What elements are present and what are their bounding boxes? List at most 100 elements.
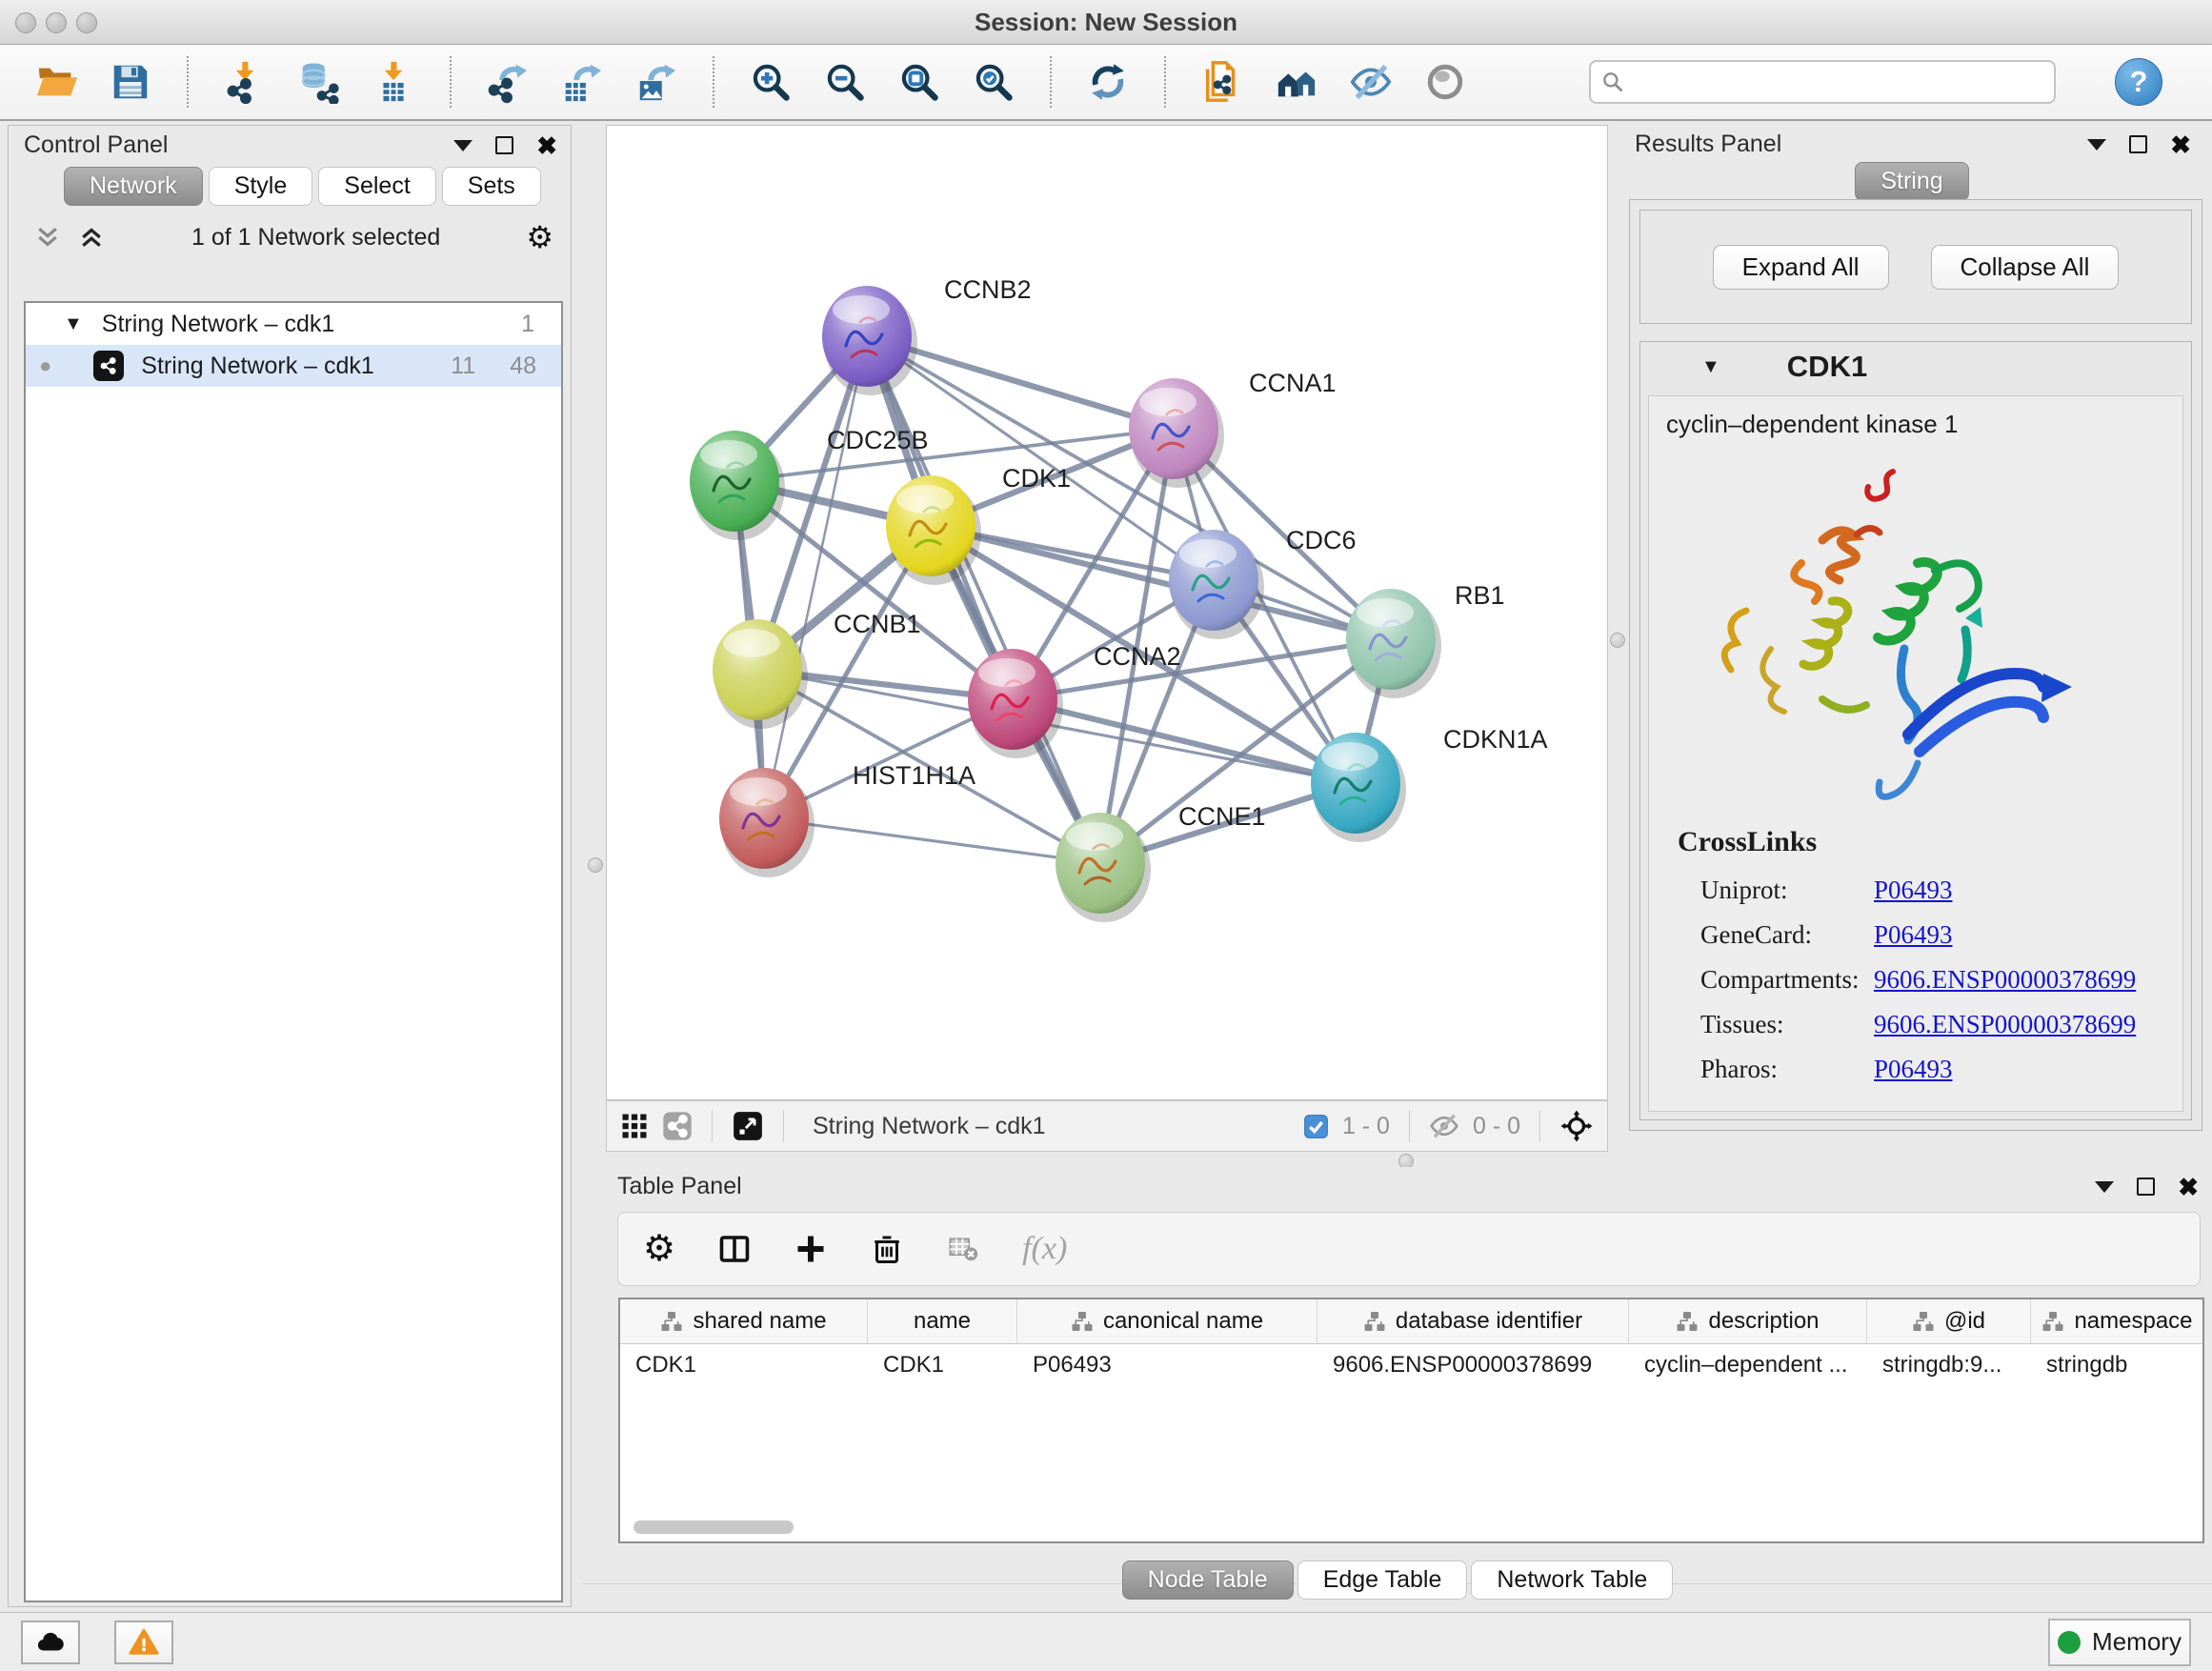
- table-options-gear-icon[interactable]: ⚙: [643, 1231, 675, 1267]
- network-graph[interactable]: CCNB2CCNA1CDC25BCDK1CDC6RB1CCNB1CCNA2CDK…: [607, 126, 1609, 1101]
- left-splitter-handle[interactable]: [588, 857, 603, 873]
- panel-menu-icon[interactable]: [2087, 139, 2106, 151]
- expand-all-icon[interactable]: [77, 223, 106, 252]
- search-input[interactable]: [1589, 60, 2056, 104]
- zoom-selected-button[interactable]: [970, 58, 1017, 106]
- export-table-button[interactable]: [558, 58, 606, 106]
- entry-expander-icon[interactable]: ▼: [1701, 356, 1720, 378]
- node-table: shared namenamecanonical namedatabase id…: [618, 1298, 2204, 1543]
- tab-edge-table[interactable]: Edge Table: [1297, 1560, 1468, 1600]
- birds-eye-view-icon[interactable]: [732, 1110, 764, 1142]
- crosslink-link[interactable]: 9606.ENSP00000378699: [1874, 965, 2136, 995]
- network-collection-row[interactable]: ▼ String Network – cdk1 1: [26, 303, 561, 345]
- crosslink-link[interactable]: P06493: [1874, 876, 1953, 905]
- network-view-canvas[interactable]: CCNB2CCNA1CDC25BCDK1CDC6RB1CCNB1CCNA2CDK…: [606, 125, 1608, 1100]
- zoom-in-button[interactable]: [747, 58, 794, 106]
- hide-selection-button[interactable]: [1347, 58, 1395, 106]
- crosslink-row: GeneCard:P06493: [1666, 913, 2165, 957]
- memory-status-dot: [2058, 1631, 2081, 1654]
- panel-menu-icon[interactable]: [2095, 1181, 2114, 1193]
- import-network-from-database-button[interactable]: [295, 58, 343, 106]
- share-document-button[interactable]: [1198, 58, 1246, 106]
- delete-column-trash-icon[interactable]: [870, 1232, 904, 1266]
- node-label: CCNB2: [944, 275, 1032, 304]
- column-header-name[interactable]: name: [868, 1299, 1017, 1343]
- create-column-plus-icon[interactable]: [794, 1232, 828, 1266]
- export-network-button[interactable]: [484, 58, 532, 106]
- tab-network-table[interactable]: Network Table: [1471, 1560, 1673, 1600]
- panel-menu-icon[interactable]: [453, 140, 473, 151]
- node-label: CDK1: [1002, 464, 1071, 493]
- tab-sets[interactable]: Sets: [442, 167, 541, 206]
- column-header-canonical-name[interactable]: canonical name: [1017, 1299, 1317, 1343]
- tab-network[interactable]: Network: [64, 167, 203, 206]
- node-label: CDC6: [1286, 526, 1357, 554]
- database-import-icon: [297, 60, 341, 104]
- crosslink-link[interactable]: 9606.ENSP00000378699: [1874, 1010, 2136, 1039]
- panel-close-icon[interactable]: ✖: [2170, 132, 2191, 157]
- save-session-button[interactable]: [107, 58, 154, 106]
- collapse-all-icon[interactable]: [33, 223, 62, 252]
- cell-canonical-name[interactable]: P06493: [1017, 1344, 1317, 1386]
- tab-style[interactable]: Style: [209, 167, 313, 206]
- network-edge[interactable]: [764, 336, 867, 818]
- cell-name[interactable]: CDK1: [868, 1344, 1017, 1386]
- zoom-out-button[interactable]: [821, 58, 869, 106]
- panel-float-icon[interactable]: [2137, 1178, 2155, 1196]
- cell-shared-name[interactable]: CDK1: [620, 1344, 868, 1386]
- crosslink-link[interactable]: P06493: [1874, 1055, 1953, 1084]
- panel-close-icon[interactable]: ✖: [536, 133, 557, 158]
- zoom-fit-button[interactable]: [895, 58, 943, 106]
- table-row[interactable]: CDK1CDK1P064939606.ENSP00000378699cyclin…: [620, 1344, 2202, 1386]
- export-network-icon: [486, 60, 530, 104]
- open-session-button[interactable]: [32, 58, 80, 106]
- expand-all-button[interactable]: Expand All: [1713, 245, 1889, 290]
- warnings-button[interactable]: [114, 1621, 173, 1664]
- network-options-gear-icon[interactable]: ⚙: [526, 222, 553, 252]
- hidden-count-eye-slash-icon[interactable]: [1429, 1111, 1459, 1141]
- help-button[interactable]: ?: [2115, 58, 2162, 106]
- column-header--id[interactable]: @id: [1867, 1299, 2031, 1343]
- node-label: HIST1H1A: [853, 761, 975, 790]
- gene-entry-header[interactable]: ▼ CDK1: [1640, 342, 2191, 392]
- import-table-from-file-button[interactable]: [370, 58, 417, 106]
- fit-selected-crosshair-icon[interactable]: [1559, 1109, 1594, 1143]
- node-glass-effect-button[interactable]: [1421, 58, 1469, 106]
- cloud-status-button[interactable]: [21, 1621, 80, 1664]
- tab-node-table[interactable]: Node Table: [1122, 1560, 1294, 1600]
- cell-namespace[interactable]: stringdb: [2031, 1344, 2204, 1386]
- crosslink-link[interactable]: P06493: [1874, 920, 1953, 950]
- panel-close-icon[interactable]: ✖: [2178, 1175, 2199, 1199]
- cell-database-identifier[interactable]: 9606.ENSP00000378699: [1317, 1344, 1629, 1386]
- export-image-button[interactable]: [633, 58, 680, 106]
- network-row-selected[interactable]: ● String Network – cdk1 11 48: [26, 345, 561, 387]
- tab-select[interactable]: Select: [318, 167, 435, 206]
- memory-button[interactable]: Memory: [2048, 1619, 2191, 1666]
- cell--id[interactable]: stringdb:9...: [1867, 1344, 2031, 1386]
- crosslink-label: Compartments:: [1666, 965, 1874, 995]
- import-network-from-file-button[interactable]: [221, 58, 269, 106]
- tab-string[interactable]: String: [1855, 162, 1968, 201]
- column-header-namespace[interactable]: namespace: [2031, 1299, 2204, 1343]
- panel-float-icon[interactable]: [495, 136, 513, 154]
- cell-description[interactable]: cyclin–dependent ...: [1629, 1344, 1867, 1386]
- column-header-database-identifier[interactable]: database identifier: [1317, 1299, 1629, 1343]
- show-columns-icon[interactable]: [717, 1232, 752, 1266]
- grid-view-icon[interactable]: [620, 1112, 649, 1140]
- column-header-description[interactable]: description: [1629, 1299, 1867, 1343]
- string-home-button[interactable]: [1273, 58, 1320, 106]
- panel-float-icon[interactable]: [2129, 135, 2147, 153]
- selected-count-checkbox-icon[interactable]: [1303, 1114, 1329, 1139]
- column-header-shared-name[interactable]: shared name: [620, 1299, 868, 1343]
- collection-expander-icon[interactable]: ▼: [64, 313, 83, 335]
- control-panel-title: Control Panel: [24, 131, 453, 159]
- column-type-icon: [1363, 1310, 1386, 1333]
- collapse-all-button[interactable]: Collapse All: [1931, 245, 2120, 290]
- string-results-container: Expand All Collapse All ▼ CDK1 cyclin–de…: [1629, 199, 2202, 1131]
- network-view-share-icon[interactable]: [662, 1111, 693, 1141]
- current-network-bullet-icon: ●: [26, 353, 69, 378]
- node-label: CDKN1A: [1443, 725, 1548, 754]
- table-horizontal-scrollbar[interactable]: [633, 1520, 794, 1534]
- crosslink-row: Tissues:9606.ENSP00000378699: [1666, 1002, 2165, 1047]
- apply-layout-button[interactable]: [1084, 58, 1132, 106]
